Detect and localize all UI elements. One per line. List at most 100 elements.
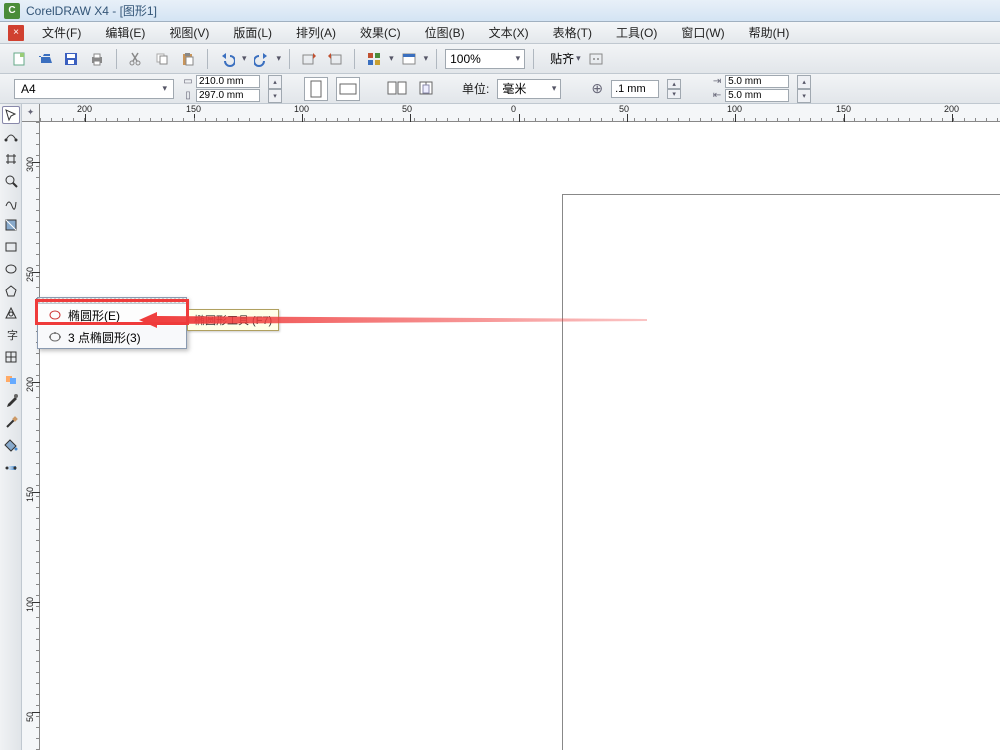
menu-text[interactable]: 文本(X) (477, 21, 541, 44)
page-dimensions: ▭210.0 mm ▯297.0 mm (182, 75, 260, 102)
unit-value: 毫米 (502, 80, 526, 97)
crop-tool[interactable] (2, 150, 20, 168)
nudge-spinner[interactable]: ▴▾ (667, 79, 681, 99)
zoom-value: 100% (450, 52, 481, 66)
nudge-input[interactable]: .1 mm (611, 80, 659, 98)
facing-pages-button[interactable] (416, 78, 438, 100)
menu-layout[interactable]: 版面(L) (221, 21, 284, 44)
copy-button[interactable] (151, 48, 173, 70)
cut-button[interactable] (125, 48, 147, 70)
page-width-input[interactable]: 210.0 mm (196, 75, 260, 88)
menu-tools[interactable]: 工具(O) (604, 21, 669, 44)
app-icon: C (4, 3, 20, 19)
text-tool[interactable]: 字 (2, 326, 20, 344)
undo-dropdown-icon[interactable]: ▾ (242, 53, 247, 64)
dimension-spinner[interactable]: ▴▾ (268, 75, 282, 103)
eyedropper-tool[interactable] (2, 392, 20, 410)
zoom-combo[interactable]: 100% ▾ (445, 49, 525, 69)
menu-edit[interactable]: 编辑(E) (93, 21, 157, 44)
unit-combo[interactable]: 毫米 ▾ (497, 79, 561, 99)
chevron-down-icon: ▾ (516, 53, 521, 64)
open-button[interactable] (34, 48, 56, 70)
menu-table[interactable]: 表格(T) (541, 21, 604, 44)
welcome-dropdown-icon[interactable]: ▾ (424, 53, 429, 64)
options-button[interactable] (585, 48, 607, 70)
print-button[interactable] (86, 48, 108, 70)
pick-tool[interactable] (2, 106, 20, 124)
pages-button[interactable] (386, 78, 408, 100)
export-button[interactable] (324, 48, 346, 70)
paper-size-combo[interactable]: A4▾ (14, 79, 174, 99)
flyout-ellipse-label: 椭圆形(E) (68, 307, 120, 324)
ellipse-tool[interactable] (2, 260, 20, 278)
undo-button[interactable] (216, 48, 238, 70)
menu-view[interactable]: 视图(V) (157, 21, 221, 44)
launcher-dropdown-icon[interactable]: ▾ (389, 53, 394, 64)
snap-combo[interactable]: 贴齐 ▾ (550, 50, 581, 67)
app-launcher-button[interactable] (363, 48, 385, 70)
new-button[interactable] (8, 48, 30, 70)
dup-x-icon: ⇥ (711, 77, 723, 87)
vertical-ruler[interactable]: 30025020015010050 (22, 122, 40, 750)
menu-file[interactable]: 文件(F) (30, 21, 93, 44)
page-height-input[interactable]: 297.0 mm (196, 89, 260, 102)
menu-bitmaps[interactable]: 位图(B) (413, 21, 477, 44)
freehand-tool[interactable] (2, 194, 20, 212)
menu-arrange[interactable]: 排列(A) (284, 21, 348, 44)
toolbox: 字 (0, 104, 22, 750)
basic-shapes-tool[interactable] (2, 304, 20, 322)
menu-effects[interactable]: 效果(C) (348, 21, 413, 44)
save-button[interactable] (60, 48, 82, 70)
separator (533, 49, 534, 69)
chevron-down-icon: ▾ (576, 53, 581, 64)
height-icon: ▯ (182, 91, 194, 101)
dup-y-icon: ⇤ (711, 91, 723, 101)
ellipse-icon (48, 308, 62, 322)
shape-tool[interactable] (2, 128, 20, 146)
welcome-button[interactable] (398, 48, 420, 70)
import-button[interactable] (298, 48, 320, 70)
horizontal-ruler[interactable]: 20015010050050100150200 (40, 104, 1000, 122)
width-icon: ▭ (182, 77, 194, 87)
title-bar: C CorelDRAW X4 - [图形1] (0, 0, 1000, 22)
menu-help[interactable]: 帮助(H) (737, 21, 802, 44)
table-tool[interactable] (2, 348, 20, 366)
dup-y-input[interactable]: 5.0 mm (725, 89, 789, 102)
svg-text:字: 字 (7, 328, 18, 342)
window-title: CorelDRAW X4 - [图形1] (26, 2, 157, 19)
redo-dropdown-icon[interactable]: ▾ (277, 53, 282, 64)
duplicate-distance: ⇥5.0 mm ⇤5.0 mm (711, 75, 789, 102)
workspace: 字 ✦ 20015010050050100150200 300250200150… (0, 104, 1000, 750)
dup-x-input[interactable]: 5.0 mm (725, 75, 789, 88)
portrait-button[interactable] (304, 77, 328, 101)
property-bar: A4▾ ▭210.0 mm ▯297.0 mm ▴▾ 单位: 毫米▾ ⊕ .1 … (0, 74, 1000, 104)
page-outline (562, 194, 1000, 750)
dup-spinner[interactable]: ▴▾ (797, 75, 811, 103)
canvas-area[interactable]: ✦ 20015010050050100150200 30025020015010… (22, 104, 1000, 750)
rectangle-tool[interactable] (2, 238, 20, 256)
interactive-tool[interactable] (2, 370, 20, 388)
outline-tool[interactable] (2, 414, 20, 432)
standard-toolbar: ▾ ▾ ▾ ▾ 100% ▾ 贴齐 ▾ (0, 44, 1000, 74)
zoom-tool[interactable] (2, 172, 20, 190)
snap-label-text: 贴齐 (550, 50, 574, 67)
polygon-tool[interactable] (2, 282, 20, 300)
separator (436, 49, 437, 69)
doc-close-icon[interactable]: × (8, 25, 24, 41)
separator (116, 49, 117, 69)
landscape-button[interactable] (336, 77, 360, 101)
flyout-3pt-ellipse[interactable]: 3 点椭圆形(3) (38, 326, 186, 348)
menu-window[interactable]: 窗口(W) (669, 21, 736, 44)
ellipse-tooltip: 椭圆形工具 (F7) (187, 309, 279, 331)
flyout-ellipse[interactable]: 椭圆形(E) (38, 304, 186, 326)
chevron-down-icon: ▾ (162, 83, 167, 94)
ruler-origin[interactable]: ✦ (22, 104, 40, 122)
smartfill-tool[interactable] (2, 216, 20, 234)
fill-tool[interactable] (2, 436, 20, 454)
chevron-down-icon: ▾ (552, 83, 557, 94)
flyout-3pt-label: 3 点椭圆形(3) (68, 329, 141, 346)
redo-button[interactable] (251, 48, 273, 70)
nudge-icon: ⊕ (591, 80, 603, 97)
interactive-fill-tool[interactable] (2, 458, 20, 476)
paste-button[interactable] (177, 48, 199, 70)
